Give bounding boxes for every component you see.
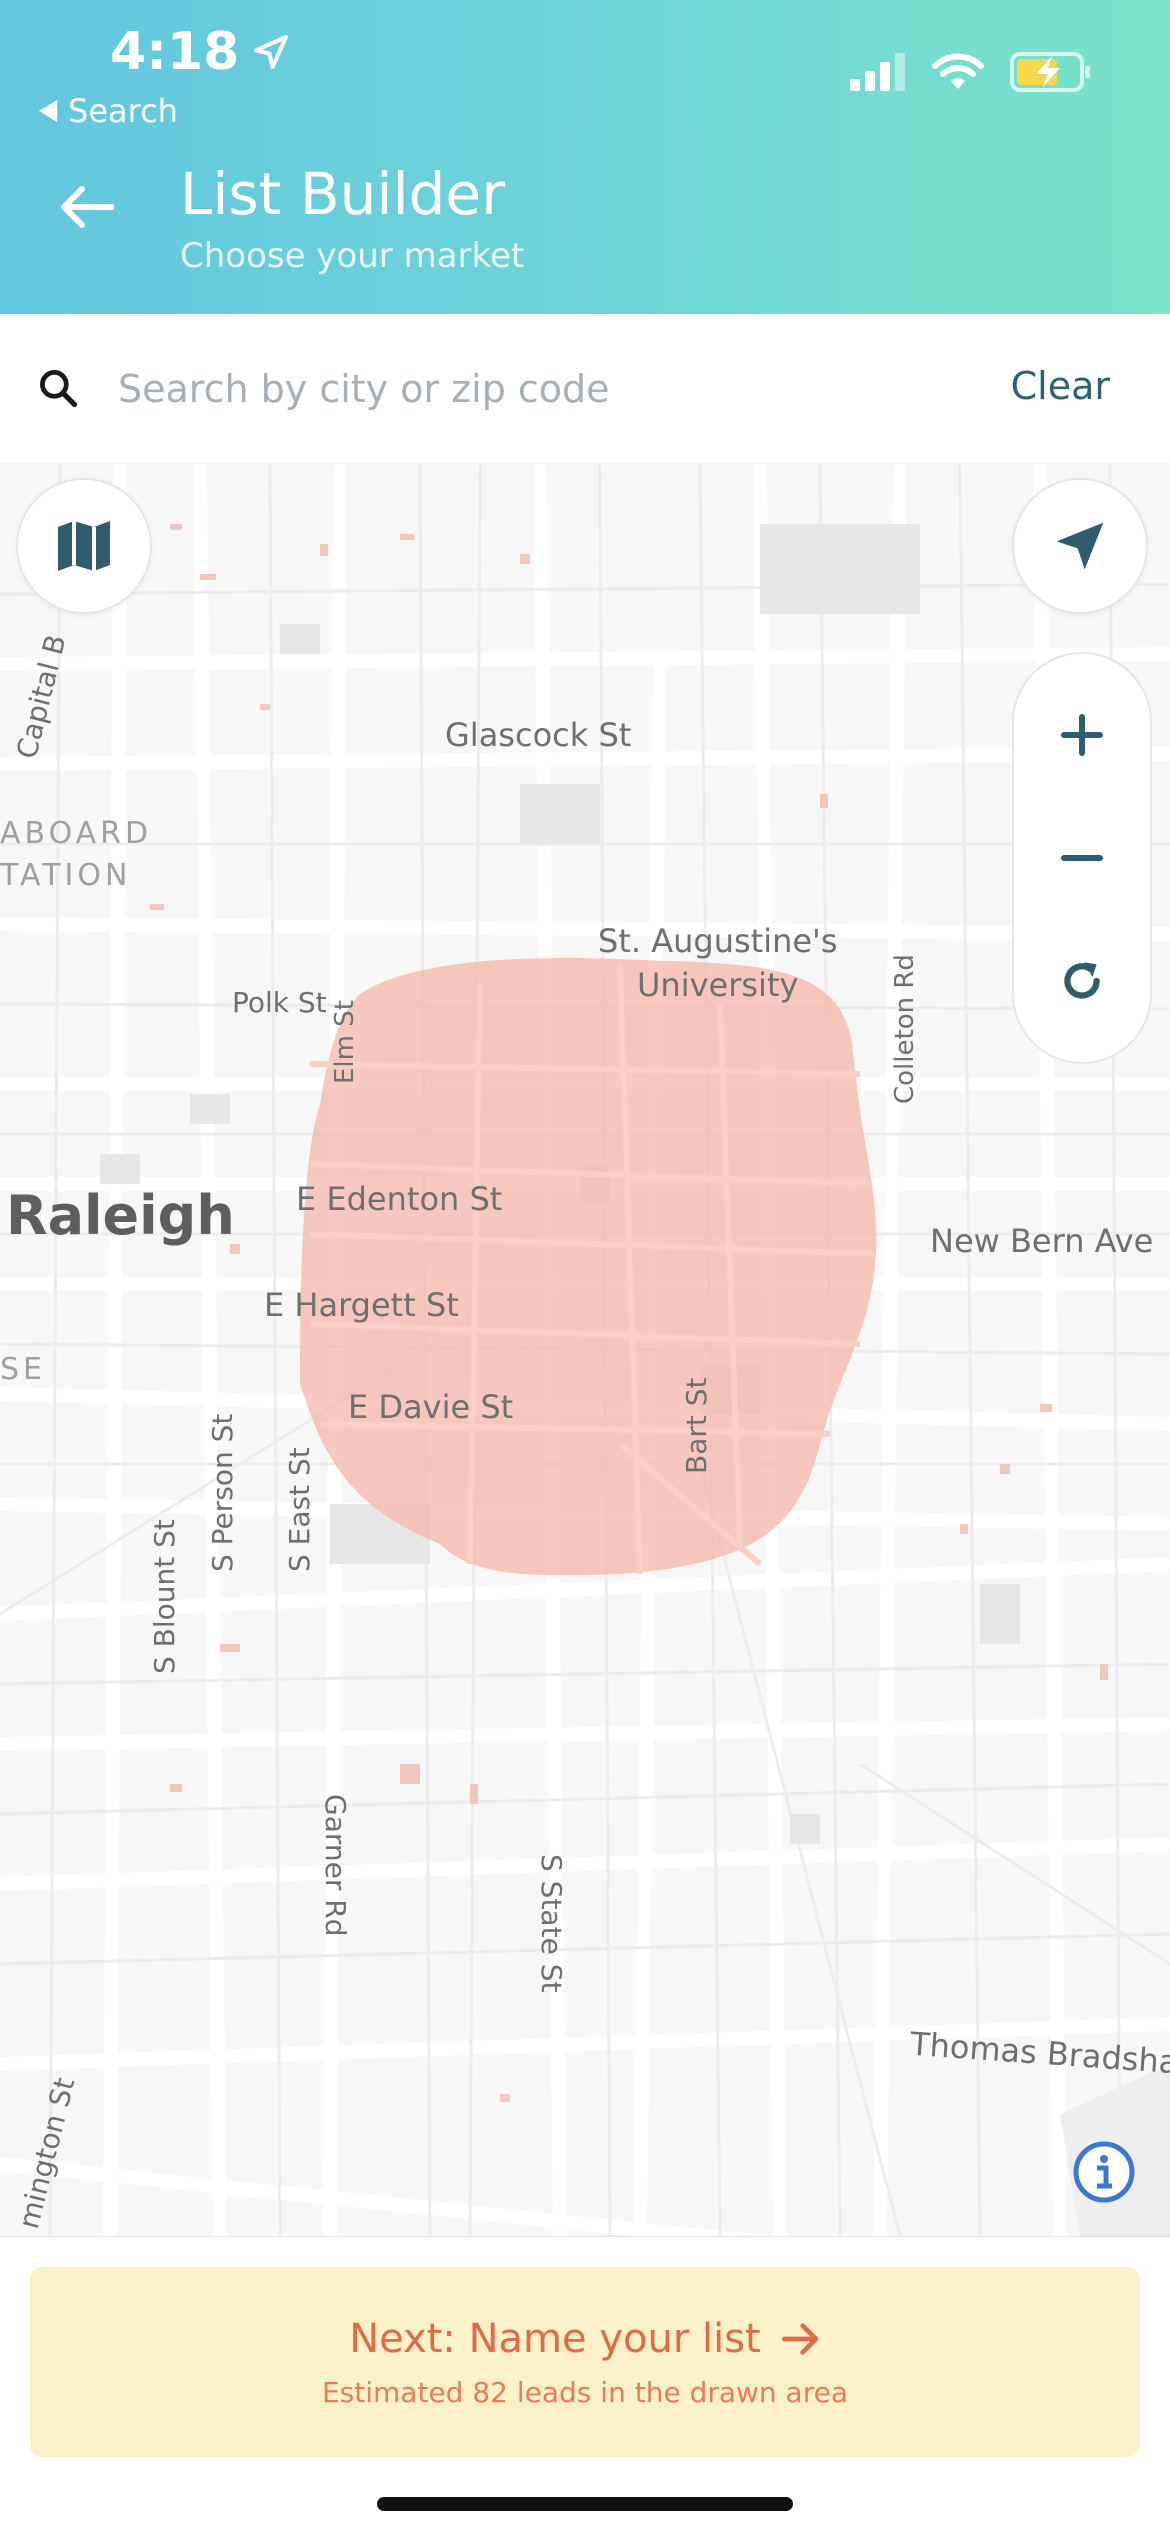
map-label-se: SE <box>0 1352 46 1387</box>
map-label-davie: E Davie St <box>348 1388 514 1426</box>
zoom-controls <box>1012 652 1152 1064</box>
map-label-garner: Garner Rd <box>319 1794 352 1937</box>
app-header: 4:18 Search List Builder Choose your mar… <box>0 0 1170 314</box>
map-label-glascock: Glascock St <box>445 716 632 754</box>
page-title: List Builder <box>180 160 505 228</box>
map-view[interactable]: Glascock St St. Augustine's University P… <box>0 464 1170 2236</box>
info-icon <box>1073 2141 1135 2203</box>
map-label-blount: S Blount St <box>148 1519 181 1674</box>
map-label-hargett: E Hargett St <box>264 1286 459 1324</box>
map-label-edenton: E Edenton St <box>296 1180 503 1218</box>
map-label-seaboard-1: ABOARD <box>0 816 153 851</box>
back-to-search[interactable]: Search <box>38 92 178 130</box>
reset-icon <box>1064 961 1100 999</box>
zoom-out-button[interactable] <box>1032 808 1132 908</box>
reset-button[interactable] <box>1032 931 1132 1031</box>
arrow-right-icon <box>781 2322 819 2355</box>
zoom-in-icon <box>1061 714 1103 757</box>
next-label: Next: Name your list <box>349 2315 761 2362</box>
map-label-polk: Polk St <box>232 986 327 1019</box>
drawn-area-polygon <box>300 957 877 1576</box>
map-label-east: S East St <box>283 1447 316 1572</box>
map-label-elm: Elm St <box>330 1000 360 1084</box>
locate-me-button[interactable] <box>1012 478 1148 614</box>
next-main-row: Next: Name your list <box>349 2316 821 2362</box>
search-bar: Clear <box>0 314 1170 464</box>
status-time: 4:18 <box>110 22 240 82</box>
battery-charging-icon <box>1010 52 1090 92</box>
map-layers-button[interactable] <box>16 478 152 614</box>
zoom-out-icon <box>1061 854 1103 861</box>
map-label-newbern: New Bern Ave <box>930 1222 1154 1260</box>
map-label-seaboard-2: TATION <box>0 858 132 893</box>
zoom-in-button[interactable] <box>1032 685 1132 785</box>
back-triangle-icon <box>38 100 58 122</box>
clear-button[interactable]: Clear <box>1011 364 1110 408</box>
back-app-label: Search <box>68 92 178 130</box>
map-label-colleton: Colleton Rd <box>890 954 920 1104</box>
map-label-raleigh: Raleigh <box>6 1184 235 1247</box>
status-icons <box>850 52 1092 92</box>
arrow-left-icon <box>61 186 115 228</box>
search-input[interactable] <box>118 358 918 420</box>
locate-me-icon <box>1056 522 1104 570</box>
home-indicator <box>377 2497 793 2511</box>
search-icon <box>40 370 78 408</box>
map-label-person: S Person St <box>206 1413 239 1572</box>
map-label-staug-2: University <box>637 966 799 1004</box>
info-button[interactable] <box>1072 2140 1136 2208</box>
back-arrow-button[interactable] <box>60 185 115 233</box>
lead-estimate: Estimated 82 leads in the drawn area <box>321 2375 848 2409</box>
page-subtitle: Choose your market <box>180 236 525 276</box>
map-label-staug-1: St. Augustine's <box>598 922 838 960</box>
next-name-list-button[interactable]: Next: Name your list Estimated 82 leads … <box>30 2267 1140 2457</box>
status-bar-time: 4:18 <box>110 22 291 82</box>
wifi-icon <box>932 53 984 89</box>
location-arrow-icon <box>254 35 289 69</box>
signal-icon <box>850 53 905 91</box>
map-layers-icon <box>58 521 110 571</box>
map-label-bart: Bart St <box>680 1377 713 1474</box>
footer: Next: Name your list Estimated 82 leads … <box>0 2236 1170 2532</box>
map-label-state: S State St <box>535 1854 568 1993</box>
